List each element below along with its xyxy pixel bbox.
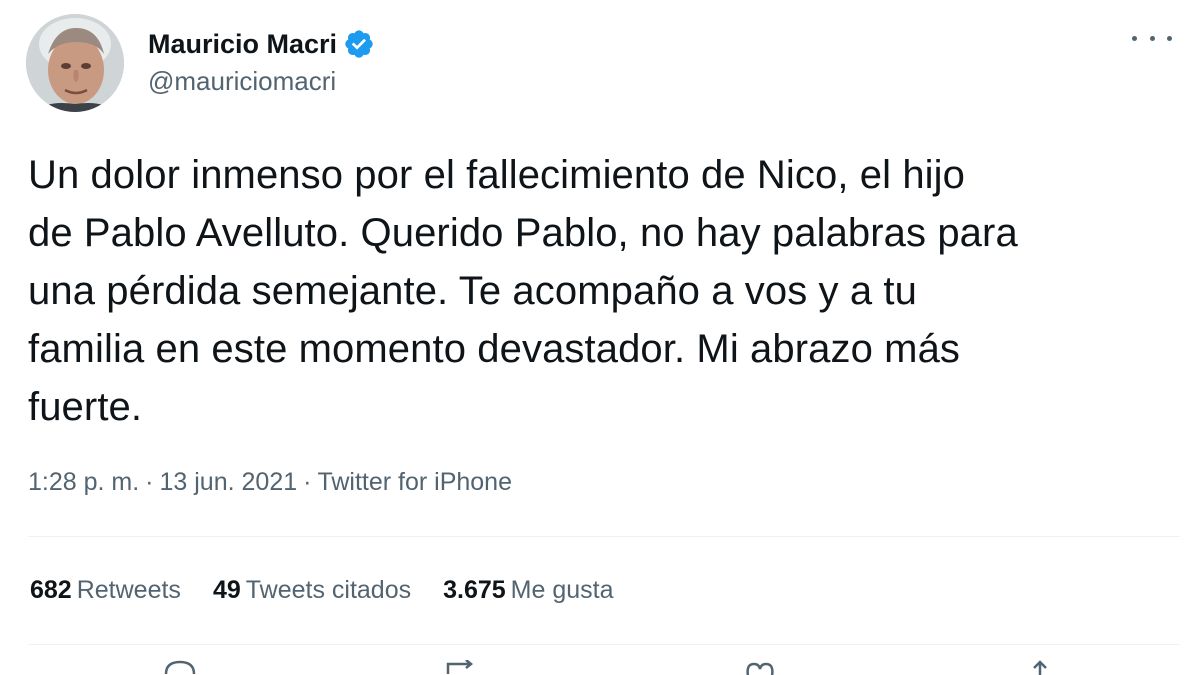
likes-stat[interactable]: 3.675 Me gusta <box>443 576 613 605</box>
divider <box>28 644 1180 645</box>
more-dot <box>1167 35 1172 41</box>
likes-label: Me gusta <box>510 576 614 604</box>
meta-separator: · <box>145 468 154 496</box>
divider <box>28 536 1180 537</box>
tweet-text-line: Un dolor inmenso por el fallecimiento de… <box>28 153 965 197</box>
tweet-time[interactable]: 1:28 p. m. <box>28 468 139 496</box>
tweet-text-line: una pérdida semejante. Te acompaño a vos… <box>28 269 917 313</box>
reply-icon[interactable] <box>160 660 200 675</box>
tweet-source[interactable]: Twitter for iPhone <box>317 468 512 496</box>
tweet-date[interactable]: 13 jun. 2021 <box>160 468 298 496</box>
user-names: Mauricio Macri @mauriciomacri <box>148 26 375 97</box>
like-icon[interactable] <box>740 660 780 675</box>
display-name-row: Mauricio Macri <box>148 26 375 62</box>
more-dot <box>1132 35 1137 41</box>
retweets-stat[interactable]: 682 Retweets <box>30 576 181 605</box>
retweets-label: Retweets <box>76 576 181 604</box>
verified-badge-icon <box>343 28 375 60</box>
quotes-count: 49 <box>212 576 241 604</box>
quotes-stat[interactable]: 49 Tweets citados <box>213 576 411 605</box>
avatar-image <box>26 14 124 112</box>
likes-count: 3.675 <box>443 576 506 604</box>
retweet-icon[interactable] <box>440 659 480 675</box>
tweet-card: Mauricio Macri @mauriciomacri Un dolor i… <box>0 0 1200 675</box>
tweet-text: Un dolor inmenso por el fallecimiento de… <box>28 146 1178 436</box>
retweets-count: 682 <box>30 576 72 604</box>
tweet-meta: 1:28 p. m. · 13 jun. 2021 · Twitter for iPho… <box>28 468 512 497</box>
action-bar <box>0 656 1200 675</box>
user-handle[interactable]: @mauriciomacri <box>148 66 375 97</box>
tweet-header: Mauricio Macri @mauriciomacri <box>26 14 1180 114</box>
tweet-stats: 682 Retweets 49 Tweets citados 3.675 Me gus… <box>30 576 646 605</box>
more-options-icon[interactable] <box>1132 28 1172 48</box>
tweet-text-line: de Pablo Avelluto. Querido Pablo, no hay… <box>28 211 1018 255</box>
quotes-label: Tweets citados <box>245 576 412 604</box>
display-name[interactable]: Mauricio Macri <box>148 29 337 60</box>
tweet-text-line: fuerte. <box>28 385 143 429</box>
meta-separator: · <box>303 468 312 496</box>
share-icon[interactable] <box>1020 660 1060 675</box>
avatar[interactable] <box>26 14 124 112</box>
more-dot <box>1149 35 1155 41</box>
tweet-text-line: familia en este momento devastador. Mi a… <box>28 327 961 371</box>
